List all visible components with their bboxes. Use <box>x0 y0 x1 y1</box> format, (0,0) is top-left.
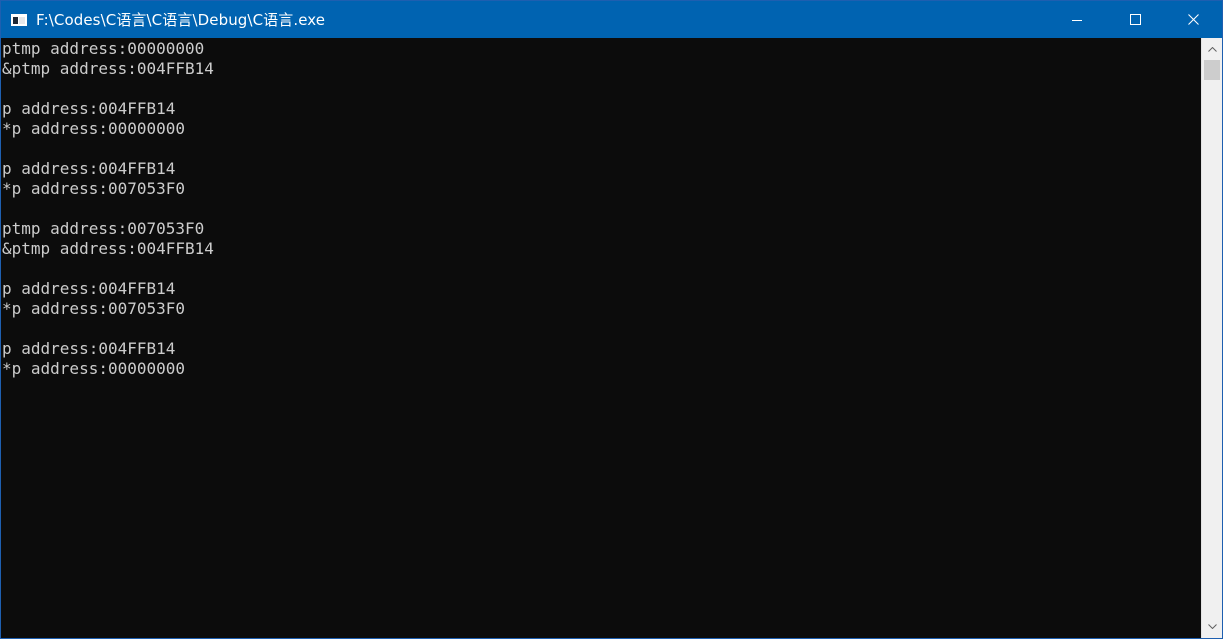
console-blank-line <box>1 199 1201 219</box>
minimize-icon <box>1072 19 1082 21</box>
scroll-up-arrow-icon <box>1207 47 1217 52</box>
console-window: F:\Codes\C语言\C语言\Debug\C语言.exe ptmp addr… <box>0 0 1223 639</box>
title-bar[interactable]: F:\Codes\C语言\C语言\Debug\C语言.exe <box>1 1 1222 38</box>
console-line: *p address:007053F0 <box>2 299 186 318</box>
vertical-scrollbar[interactable] <box>1201 38 1222 638</box>
console-line: *p address:00000000 <box>2 359 186 378</box>
console-line: *p address:00000000 <box>2 119 186 138</box>
scroll-down-button[interactable] <box>1202 617 1222 636</box>
console-line: &ptmp address:004FFB14 <box>2 59 214 78</box>
console-blank-line <box>1 259 1201 279</box>
console-line: p address:004FFB14 <box>2 99 176 118</box>
console-line: &ptmp address:004FFB14 <box>2 239 214 258</box>
close-button[interactable] <box>1164 1 1222 38</box>
console-output-area[interactable]: ptmp address:00000000 &ptmp address:004FF… <box>1 38 1201 638</box>
scroll-down-arrow-icon <box>1207 624 1217 629</box>
scrollbar-thumb[interactable] <box>1204 60 1220 80</box>
console-blank-line <box>1 319 1201 339</box>
maximize-icon <box>1129 14 1141 25</box>
maximize-button[interactable] <box>1106 1 1164 38</box>
console-blank-line <box>1 139 1201 159</box>
window-title: F:\Codes\C语言\C语言\Debug\C语言.exe <box>36 11 326 29</box>
console-output: ptmp address:00000000 &ptmp address:004FF… <box>1 38 1201 379</box>
console-line: p address:004FFB14 <box>2 339 176 358</box>
console-app-icon[interactable] <box>11 13 27 26</box>
close-icon <box>1187 14 1199 25</box>
console-line: p address:004FFB14 <box>2 279 176 298</box>
console-line: p address:004FFB14 <box>2 159 176 178</box>
scroll-up-button[interactable] <box>1202 40 1222 59</box>
console-line: ptmp address:00000000 <box>2 39 205 58</box>
minimize-button[interactable] <box>1048 1 1106 38</box>
console-line: *p address:007053F0 <box>2 179 186 198</box>
window-controls <box>1048 1 1222 38</box>
console-blank-line <box>1 79 1201 99</box>
console-line: ptmp address:007053F0 <box>2 219 205 238</box>
